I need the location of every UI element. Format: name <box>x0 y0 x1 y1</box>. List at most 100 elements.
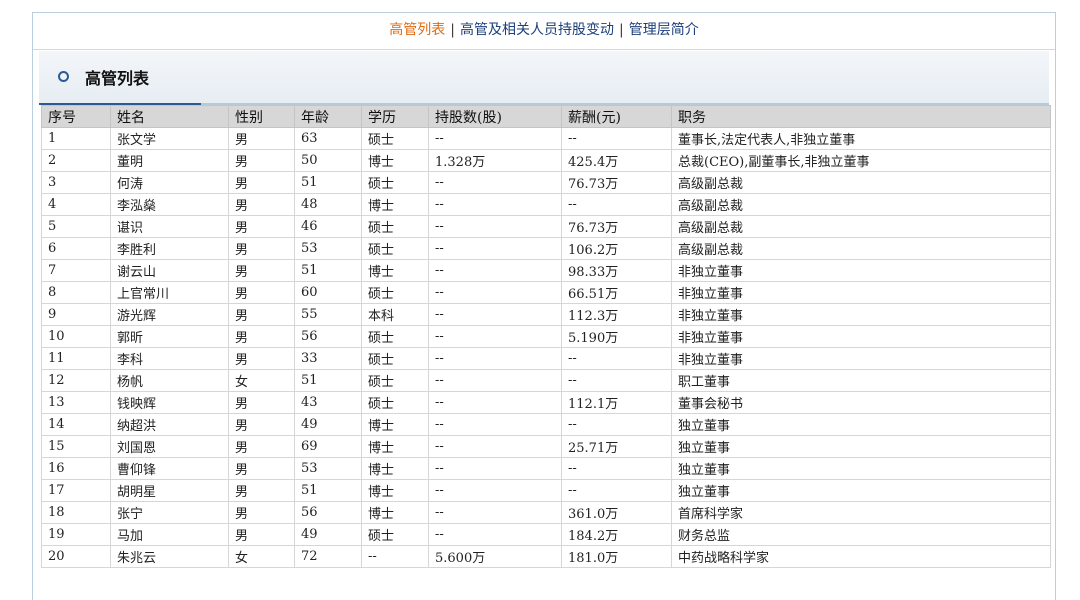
cell-education: 博士 <box>361 435 429 458</box>
cell-name: 董明 <box>110 149 229 172</box>
cell-salary: 425.4万 <box>561 149 672 172</box>
cell-age: 56 <box>294 501 362 524</box>
cell-education: 博士 <box>361 501 429 524</box>
cell-index: 9 <box>41 303 111 326</box>
cell-index: 2 <box>41 149 111 172</box>
col-header-shares: 持股数(股) <box>428 105 562 128</box>
cell-name: 纳超洪 <box>110 413 229 436</box>
cell-education: -- <box>361 545 429 568</box>
cell-salary: 76.73万 <box>561 171 672 194</box>
cell-name: 朱兆云 <box>110 545 229 568</box>
cell-education: 硕士 <box>361 171 429 194</box>
cell-gender: 男 <box>228 435 295 458</box>
cell-education: 硕士 <box>361 127 429 150</box>
cell-name: 钱映辉 <box>110 391 229 414</box>
cell-gender: 男 <box>228 457 295 480</box>
cell-age: 72 <box>294 545 362 568</box>
nav-separator: | <box>619 22 624 38</box>
cell-salary: 112.1万 <box>561 391 672 414</box>
cell-salary: 25.71万 <box>561 435 672 458</box>
cell-name: 游光辉 <box>110 303 229 326</box>
cell-salary: 184.2万 <box>561 523 672 546</box>
cell-gender: 男 <box>228 127 295 150</box>
cell-salary: -- <box>561 457 672 480</box>
table-row: 8 上官常川男 60 硕士 -- 66.51万 非独立董事 <box>41 281 1051 304</box>
cell-position: 中药战略科学家 <box>671 545 1051 568</box>
cell-age: 53 <box>294 237 362 260</box>
cell-index: 16 <box>41 457 111 480</box>
cell-position: 高级副总裁 <box>671 215 1051 238</box>
cell-gender: 女 <box>228 369 295 392</box>
cell-shares: -- <box>428 501 562 524</box>
section-header: 高管列表 <box>39 51 1049 105</box>
cell-education: 博士 <box>361 259 429 282</box>
cell-gender: 男 <box>228 149 295 172</box>
cell-salary: 112.3万 <box>561 303 672 326</box>
cell-index: 4 <box>41 193 111 216</box>
cell-salary: 76.73万 <box>561 215 672 238</box>
cell-position: 董事会秘书 <box>671 391 1051 414</box>
cell-name: 张宁 <box>110 501 229 524</box>
cell-shares: -- <box>428 193 562 216</box>
cell-name: 何涛 <box>110 171 229 194</box>
content-frame: 高管列表 | 高管及相关人员持股变动 | 管理层简介 高管列表 序号 姓名 性别 年龄 … <box>32 12 1056 600</box>
cell-shares: -- <box>428 325 562 348</box>
cell-salary: 181.0万 <box>561 545 672 568</box>
cell-position: 财务总监 <box>671 523 1051 546</box>
cell-position: 高级副总裁 <box>671 193 1051 216</box>
cell-shares: -- <box>428 523 562 546</box>
cell-education: 本科 <box>361 303 429 326</box>
cell-age: 50 <box>294 149 362 172</box>
cell-age: 51 <box>294 369 362 392</box>
cell-education: 博士 <box>361 457 429 480</box>
cell-age: 43 <box>294 391 362 414</box>
cell-education: 博士 <box>361 479 429 502</box>
cell-salary: 66.51万 <box>561 281 672 304</box>
cell-shares: 5.600万 <box>428 545 562 568</box>
cell-age: 51 <box>294 171 362 194</box>
cell-position: 首席科学家 <box>671 501 1051 524</box>
nav-exec-list[interactable]: 高管列表 <box>384 22 450 38</box>
cell-salary: -- <box>561 413 672 436</box>
cell-index: 13 <box>41 391 111 414</box>
cell-name: 胡明星 <box>110 479 229 502</box>
cell-salary: 361.0万 <box>561 501 672 524</box>
cell-index: 19 <box>41 523 111 546</box>
nav-holding-changes[interactable]: 高管及相关人员持股变动 <box>455 22 619 38</box>
cell-index: 20 <box>41 545 111 568</box>
cell-education: 硕士 <box>361 237 429 260</box>
table-row: 18 张宁男 56 博士 -- 361.0万 首席科学家 <box>41 501 1051 524</box>
cell-gender: 男 <box>228 413 295 436</box>
cell-shares: -- <box>428 281 562 304</box>
cell-position: 非独立董事 <box>671 303 1051 326</box>
table-row: 12 杨帆女 51 硕士 -- -- 职工董事 <box>41 369 1051 392</box>
cell-position: 独立董事 <box>671 457 1051 480</box>
cell-education: 硕士 <box>361 369 429 392</box>
table-row: 17 胡明星男 51 博士 -- -- 独立董事 <box>41 479 1051 502</box>
cell-shares: -- <box>428 457 562 480</box>
cell-age: 51 <box>294 479 362 502</box>
table-row: 13 钱映辉男 43 硕士 -- 112.1万 董事会秘书 <box>41 391 1051 414</box>
cell-education: 硕士 <box>361 215 429 238</box>
table-row: 19 马加男 49 硕士 -- 184.2万 财务总监 <box>41 523 1051 546</box>
cell-shares: -- <box>428 391 562 414</box>
cell-gender: 男 <box>228 215 295 238</box>
table-row: 5 谌识男 46 硕士 -- 76.73万 高级副总裁 <box>41 215 1051 238</box>
circle-bullet-icon <box>58 71 69 82</box>
col-header-salary: 薪酬(元) <box>561 105 672 128</box>
cell-salary: -- <box>561 193 672 216</box>
cell-index: 12 <box>41 369 111 392</box>
cell-education: 硕士 <box>361 281 429 304</box>
cell-gender: 男 <box>228 193 295 216</box>
cell-shares: -- <box>428 215 562 238</box>
cell-position: 非独立董事 <box>671 259 1051 282</box>
nav-management-intro[interactable]: 管理层简介 <box>624 22 704 38</box>
cell-index: 17 <box>41 479 111 502</box>
table-row: 14 纳超洪男 49 博士 -- -- 独立董事 <box>41 413 1051 436</box>
cell-age: 60 <box>294 281 362 304</box>
table-row: 2 董明男 50 博士 1.328万 425.4万 总裁(CEO),副董事长,非独立董事 <box>41 149 1051 172</box>
col-header-education: 学历 <box>361 105 429 128</box>
table-row: 16 曹仰锋男 53 博士 -- -- 独立董事 <box>41 457 1051 480</box>
cell-name: 杨帆 <box>110 369 229 392</box>
cell-gender: 男 <box>228 237 295 260</box>
